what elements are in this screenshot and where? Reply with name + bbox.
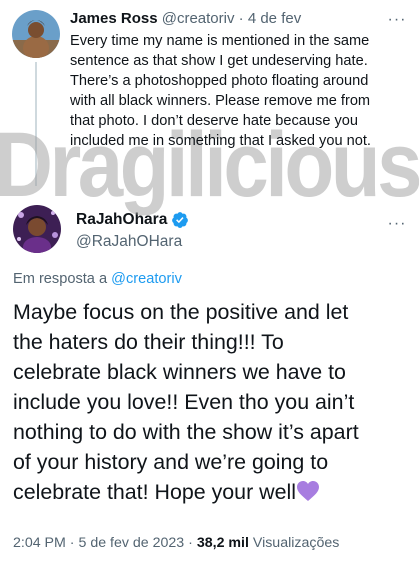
reply-to-handle-link[interactable]: @creatoriv: [111, 271, 182, 287]
separator-dot: ·: [188, 535, 193, 551]
text-line: of your history and we’re going to: [13, 450, 329, 474]
author-name-row: RaJahOhara: [76, 211, 189, 229]
reply-prefix: Em resposta a: [13, 271, 108, 287]
avatar-rajahohara[interactable]: [13, 205, 61, 253]
separator-dot: ·: [238, 10, 244, 27]
more-horizontal-icon: ···: [387, 11, 407, 28]
more-options-button[interactable]: ···: [385, 10, 409, 30]
text-line: include you love!! Even tho you ain’t: [13, 390, 355, 414]
author-name[interactable]: James Ross: [70, 10, 158, 27]
text-line: included me in something that I asked yo…: [70, 133, 371, 149]
text-line: with all black winners. Please remove me…: [70, 93, 371, 109]
more-horizontal-icon: ···: [387, 215, 407, 232]
author-handle[interactable]: @RaJahOHara: [76, 233, 182, 251]
verified-badge-icon: [172, 212, 189, 228]
thread-connector-line: [35, 62, 37, 186]
tweet-meta-footer: 2:04 PM · 5 de fev de 2023 · 38,2 mil Vi…: [13, 535, 339, 551]
text-line-last: celebrate that! Hope your well: [13, 477, 413, 507]
text-line: celebrate black winners we have to: [13, 360, 346, 384]
reply-context: Em resposta a @creatoriv: [13, 271, 182, 287]
text-line: the haters do their thing!!! To: [13, 330, 284, 354]
main-tweet-text: Maybe focus on the positive and let the …: [13, 297, 413, 507]
parent-tweet-text: Every time my name is mentioned in the s…: [70, 31, 402, 151]
author-handle[interactable]: @creatoriv: [162, 10, 235, 27]
separator-dot: ·: [69, 535, 75, 551]
text-line: nothing to do with the show it’s apart: [13, 420, 359, 444]
avatar-james-ross[interactable]: [12, 10, 60, 58]
parent-tweet-header: James Ross @creatoriv · 4 de fev: [70, 10, 301, 27]
text-line: Maybe focus on the positive and let: [13, 300, 349, 324]
tweet-date[interactable]: 5 de fev de 2023: [78, 535, 184, 551]
tweet-date[interactable]: 4 de fev: [248, 10, 301, 27]
views-count: 38,2 mil: [196, 535, 249, 551]
views-label: Visualizações: [252, 535, 340, 551]
author-name[interactable]: RaJahOhara: [76, 211, 167, 229]
purple-heart-icon: [297, 481, 319, 501]
text-line: Every time my name is mentioned in the s…: [70, 33, 370, 49]
text-line: sentence as that show I get undeserving …: [70, 53, 368, 69]
text-line: There’s a photoshopped photo floating ar…: [70, 73, 369, 89]
text-line: that photo. I don’t deserve hate because…: [70, 113, 359, 129]
tweet-time[interactable]: 2:04 PM: [13, 535, 66, 551]
text-line: celebrate that! Hope your well: [13, 480, 296, 504]
more-options-button[interactable]: ···: [385, 214, 409, 234]
